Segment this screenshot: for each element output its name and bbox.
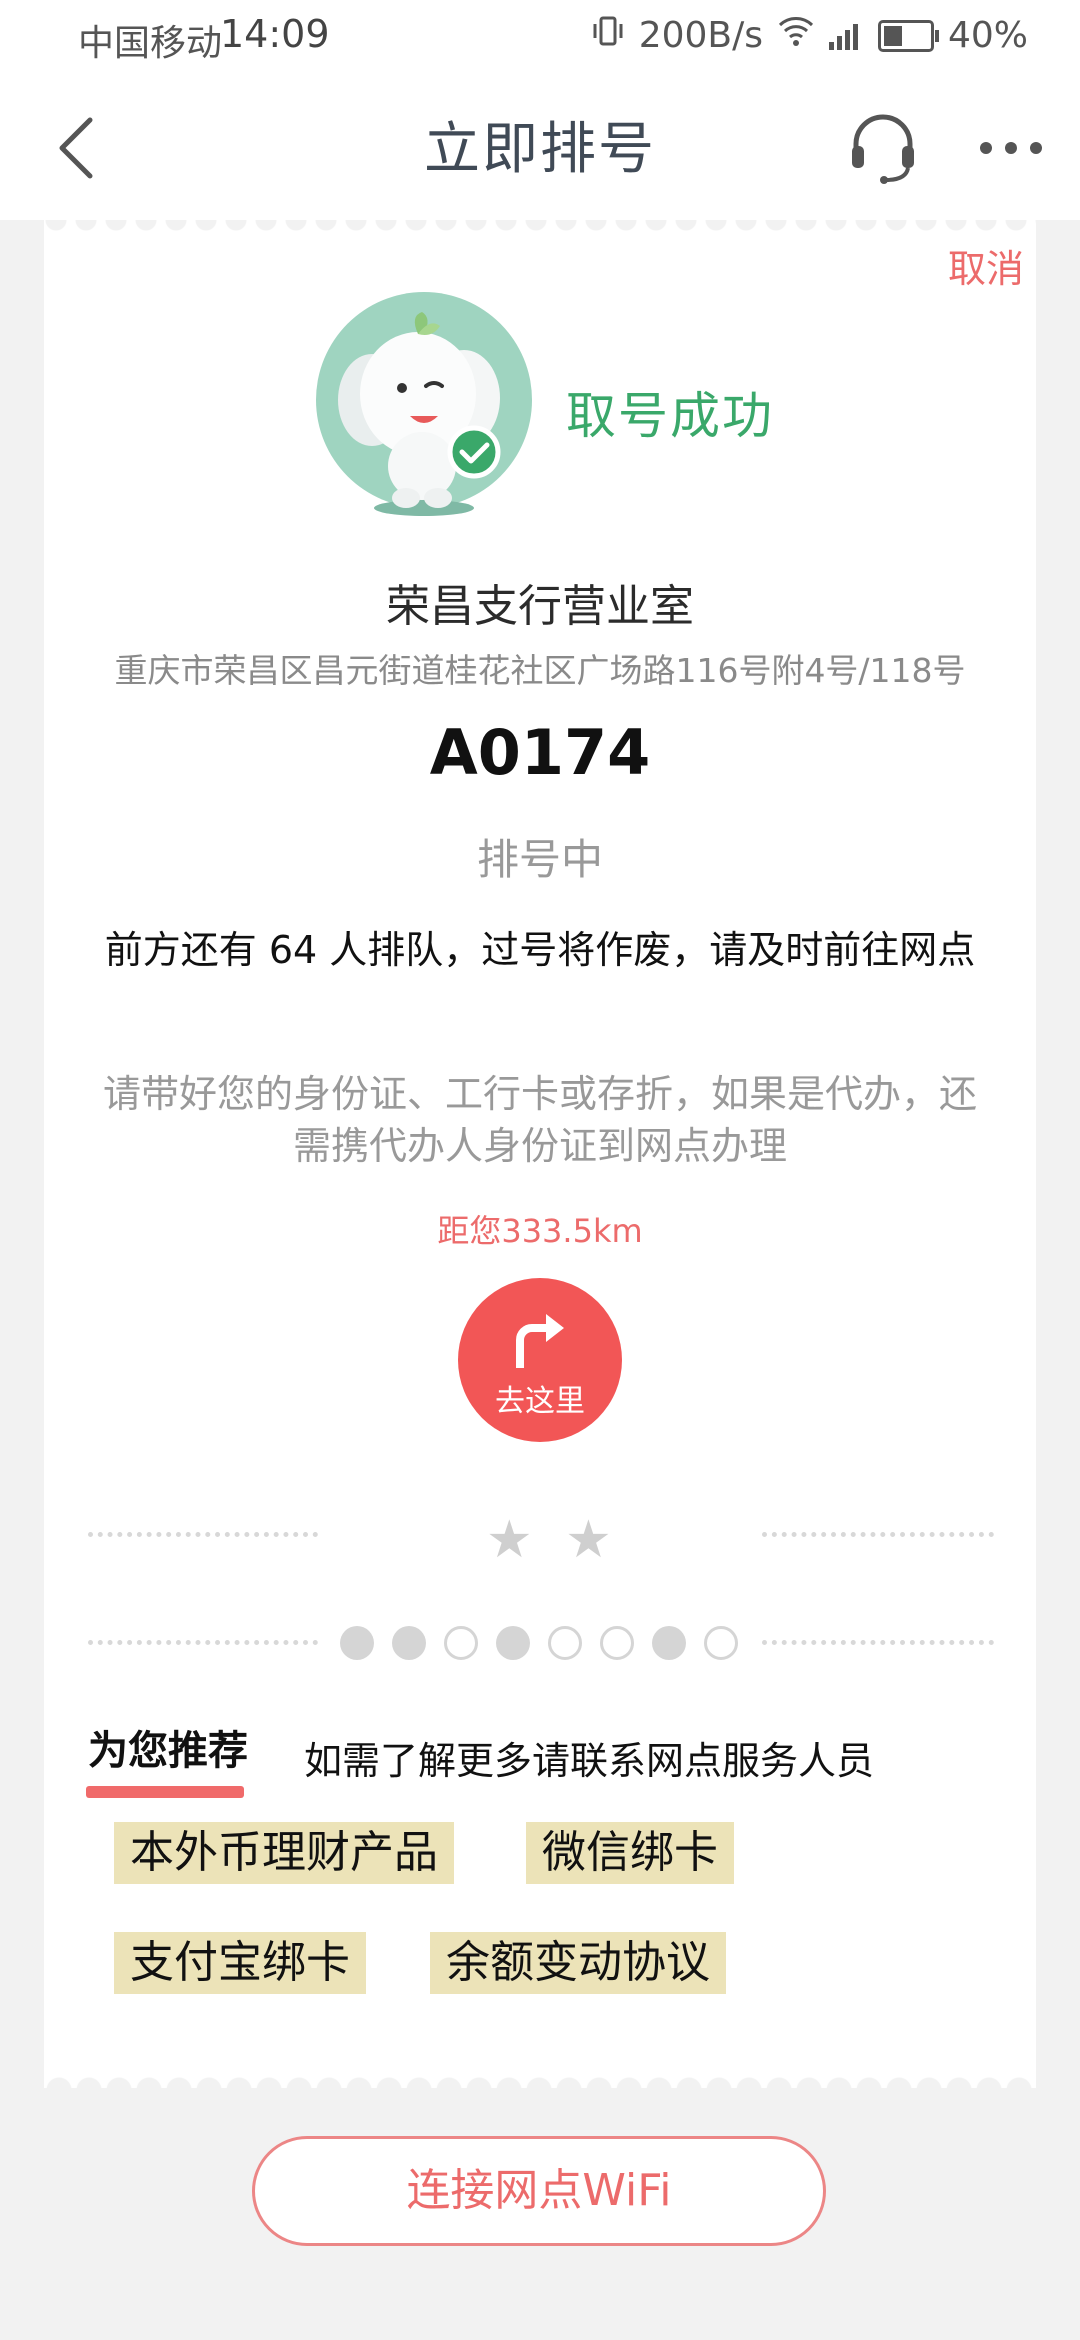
status-bar: 中国移动 14:09 200B/s 40% — [0, 0, 1080, 76]
status-time: 14:09 — [220, 12, 330, 56]
progress-dot — [548, 1626, 582, 1660]
queue-info: 前方还有 64 人排队，过号将作废，请及时前往网点 — [104, 928, 976, 972]
more-button[interactable] — [976, 112, 1046, 184]
cellular-signal-icon — [828, 22, 858, 50]
progress-dot — [600, 1626, 634, 1660]
progress-dots — [340, 1626, 738, 1660]
progress-dot — [652, 1626, 686, 1660]
divider-left — [88, 1640, 318, 1645]
progress-dot — [392, 1626, 426, 1660]
customer-service-button[interactable] — [846, 112, 920, 184]
turn-right-arrow-icon — [516, 1314, 564, 1368]
branch-name: 荣昌支行营业室 — [386, 581, 694, 632]
navigate-here-button[interactable]: 去这里 — [458, 1278, 622, 1442]
recommend-tag[interactable]: 余额变动协议 — [430, 1932, 726, 1994]
stars-icon: ★ ★ — [486, 1510, 620, 1570]
recommend-hint: 如需了解更多请联系网点服务人员 — [304, 1739, 875, 1783]
progress-dot — [496, 1626, 530, 1660]
recommend-tag[interactable]: 本外币理财产品 — [114, 1822, 454, 1884]
elephant-mascot-icon — [316, 292, 532, 516]
connect-wifi-button[interactable]: 连接网点WiFi — [252, 2136, 826, 2246]
branch-address: 重庆市荣昌区昌元街道桂花社区广场路116号附4号/118号 — [114, 651, 966, 690]
card-edge-bottom — [44, 2066, 1036, 2090]
card-edge-top — [44, 220, 1036, 244]
navigate-label: 去这里 — [495, 1384, 585, 1419]
network-speed: 200B/s — [638, 15, 763, 56]
progress-dot — [444, 1626, 478, 1660]
headset-icon — [852, 114, 914, 184]
distance-label: 距您333.5km — [437, 1212, 643, 1250]
success-message: 取号成功 — [566, 387, 774, 445]
recommend-tag[interactable]: 支付宝绑卡 — [114, 1932, 366, 1994]
recommend-tab-indicator — [86, 1786, 244, 1798]
vibrate-icon — [591, 14, 625, 57]
ticket-number: A0174 — [429, 716, 651, 789]
recommend-tab[interactable]: 为您推荐 — [88, 1718, 248, 1776]
progress-dot — [704, 1626, 738, 1660]
carrier-name: 中国移动 — [78, 23, 223, 64]
divider-right — [762, 1640, 994, 1645]
progress-dot — [340, 1626, 374, 1660]
recommend-tag[interactable]: 微信绑卡 — [526, 1822, 734, 1884]
queue-status: 排号中 — [476, 835, 603, 884]
battery-level: 40% — [947, 15, 1028, 56]
divider-right — [762, 1532, 994, 1537]
divider-left — [88, 1532, 318, 1537]
battery-icon — [877, 19, 939, 52]
wifi-icon — [777, 15, 815, 56]
more-dots-icon — [980, 142, 1042, 154]
app-header: 立即排号 — [0, 76, 1080, 220]
document-notice: 请带好您的身份证、工行卡或存折，如果是代办，还需携代办人身份证到网点办理 — [102, 1072, 977, 1168]
cancel-button[interactable]: 取消 — [948, 238, 1024, 293]
